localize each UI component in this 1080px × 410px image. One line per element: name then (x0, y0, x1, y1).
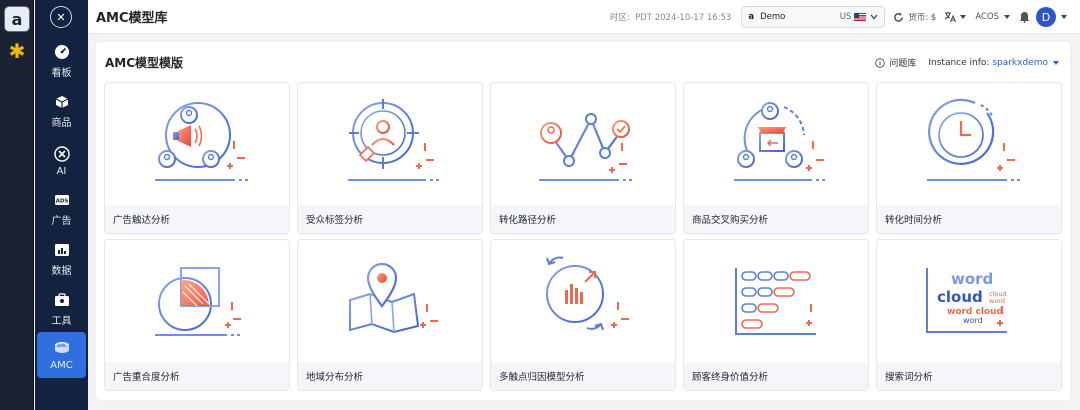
amc-icon: AMC (54, 340, 70, 356)
audience-tags-illustration (348, 99, 439, 181)
model-card-geo-distribution[interactable]: 地域分布分析 (297, 239, 483, 391)
us-flag-icon (854, 13, 867, 21)
metric-selector[interactable]: ACOS (975, 12, 1011, 22)
app-logo-icon[interactable]: ✕ (50, 6, 72, 28)
card-label: 受众标签分析 (298, 205, 482, 233)
chevron-down-icon (870, 14, 878, 20)
bell-icon[interactable] (1019, 11, 1030, 23)
ad-reach-illustration (155, 102, 248, 181)
conversion-path-illustration (539, 113, 632, 181)
sidebar-item-tools[interactable]: 工具 (37, 286, 86, 332)
caret-down-icon (960, 15, 967, 19)
model-card-conversion-time[interactable]: 转化时间分析 (876, 82, 1062, 234)
sidebar-item-label: 看板 (51, 67, 72, 79)
card-label: 地域分布分析 (298, 362, 482, 390)
wordcloud-word-6: word (963, 316, 983, 325)
ads-icon: ADS (54, 192, 70, 208)
amazon-marker-icon: a (748, 12, 755, 22)
sidebar-item-data[interactable]: 数据 (37, 236, 86, 282)
sidebar-item-label: 商品 (51, 117, 72, 129)
word-cloud-illustration: word cloud cloud word word cloud word (926, 268, 1007, 333)
sidebar-item-ads[interactable]: ADS 广告 (37, 186, 86, 232)
conversion-time-illustration (927, 98, 1020, 181)
store-name: Demo (760, 12, 786, 22)
amazon-store-icon[interactable]: a (4, 6, 30, 32)
toolbox-icon (54, 292, 70, 308)
model-card-ad-overlap[interactable]: 广告重合度分析 (104, 239, 290, 391)
page-title: AMC模型库 (96, 11, 168, 26)
geo-distribution-illustration (349, 262, 438, 334)
instance-selector[interactable]: sparkxdemo (992, 58, 1048, 68)
sidebar-item-products[interactable]: 商品 (37, 88, 86, 134)
sidebar-item-ai[interactable]: AI (37, 138, 86, 184)
sidebar-item-label: 广告 (51, 215, 72, 227)
currency-display: 货币: $ (908, 13, 937, 23)
sidebar-item-dashboard[interactable]: 看板 (37, 38, 86, 84)
clv-illustration (735, 268, 816, 335)
user-avatar[interactable]: D (1036, 7, 1056, 27)
question-bank-link[interactable]: 问题库 (875, 56, 916, 69)
country-code: US (839, 12, 852, 22)
sidebar-item-label: AMC (50, 359, 73, 371)
card-label: 广告重合度分析 (105, 362, 289, 390)
card-label: 商品交叉购买分析 (684, 205, 868, 233)
gauge-icon (54, 44, 70, 60)
ad-overlap-illustration (155, 267, 241, 336)
model-card-search-term[interactable]: word cloud cloud word word cloud word 搜索… (876, 239, 1062, 391)
attribution-illustration (546, 256, 629, 331)
cross-purchase-illustration (734, 102, 825, 181)
sidebar: ✕ 看板 商品 AI ADS 广告 数据 工具 AMC AMC (35, 0, 88, 410)
model-card-conversion-path[interactable]: 转化路径分析 (490, 82, 676, 234)
model-card-audience-tags[interactable]: 受众标签分析 (297, 82, 483, 234)
card-label: 多触点归因模型分析 (491, 362, 675, 390)
data-icon (54, 242, 70, 258)
sidebar-item-label: 数据 (51, 265, 72, 277)
top-header: AMC模型库 时区: PDT 2024-10-17 16:53 a Demo U… (88, 0, 1080, 34)
store-rail: a ✱ (0, 0, 34, 410)
language-switch[interactable] (944, 11, 967, 23)
panel-title: AMC模型模版 (105, 56, 184, 70)
walmart-store-icon[interactable]: ✱ (4, 38, 30, 64)
model-card-ad-reach[interactable]: 广告触达分析 (104, 82, 290, 234)
card-label: 转化路径分析 (491, 205, 675, 233)
sidebar-item-label: AI (56, 165, 67, 177)
wordcloud-word-1: word (951, 270, 993, 288)
wordcloud-word-2: cloud (937, 288, 983, 306)
info-icon (875, 57, 886, 68)
sidebar-item-amc[interactable]: AMC AMC (37, 332, 86, 378)
sidebar-item-label: 工具 (51, 315, 72, 327)
card-label: 广告触达分析 (105, 205, 289, 233)
ai-icon (53, 145, 70, 162)
timezone-value: PDT 2024-10-17 16:53 (635, 13, 732, 23)
card-label: 顾客终身价值分析 (684, 362, 868, 390)
translate-icon (945, 12, 957, 23)
caret-down-icon[interactable] (1060, 14, 1068, 20)
model-card-multi-touch-attribution[interactable]: 多触点归因模型分析 (490, 239, 676, 391)
model-template-panel: AMC模型模版 问题库 Instance info: sparkxdemo 广告… (96, 42, 1070, 400)
instance-label: Instance info: (928, 57, 990, 68)
card-label: 转化时间分析 (877, 205, 1061, 233)
card-label: 搜索词分析 (877, 362, 1061, 390)
caret-down-icon (1004, 15, 1010, 19)
store-selector[interactable]: a Demo US (741, 6, 886, 28)
caret-down-icon[interactable] (1052, 60, 1060, 66)
model-card-customer-lifetime-value[interactable]: 顾客终身价值分析 (683, 239, 869, 391)
svg-text:ADS: ADS (55, 198, 68, 204)
svg-text:AMC: AMC (56, 343, 66, 348)
timezone-display: 时区: PDT 2024-10-17 16:53 (609, 13, 732, 23)
wordcloud-word-4: word (989, 297, 1005, 305)
refresh-icon[interactable] (893, 12, 904, 23)
boxes-icon (54, 94, 70, 110)
model-card-cross-purchase[interactable]: 商品交叉购买分析 (683, 82, 869, 234)
